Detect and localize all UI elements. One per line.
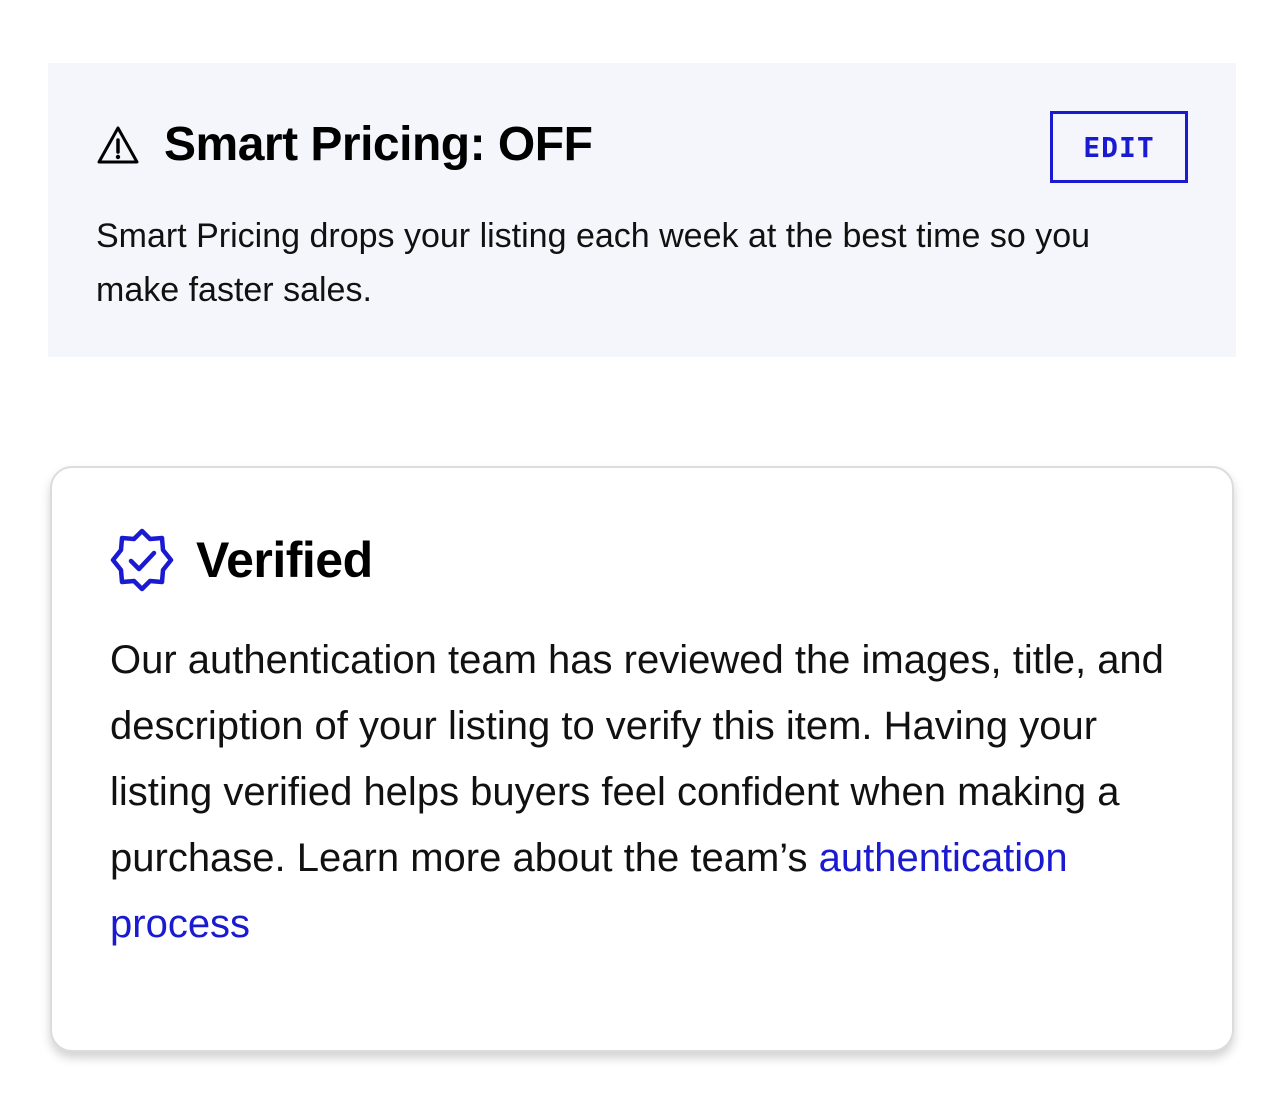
verified-header: Verified [108,526,373,594]
smart-pricing-banner: Smart Pricing: OFF EDIT Smart Pricing dr… [48,63,1236,357]
warning-triangle-icon [96,125,140,165]
verified-card: Verified Our authentication team has rev… [50,466,1234,1052]
smart-pricing-header: Smart Pricing: OFF [96,113,593,177]
verified-badge-icon [108,526,176,594]
edit-button[interactable]: EDIT [1050,111,1188,183]
verified-title: Verified [196,532,373,588]
smart-pricing-title: Smart Pricing: OFF [164,118,593,171]
verified-description: Our authentication team has reviewed the… [110,627,1210,957]
smart-pricing-description: Smart Pricing drops your listing each we… [96,217,1091,309]
